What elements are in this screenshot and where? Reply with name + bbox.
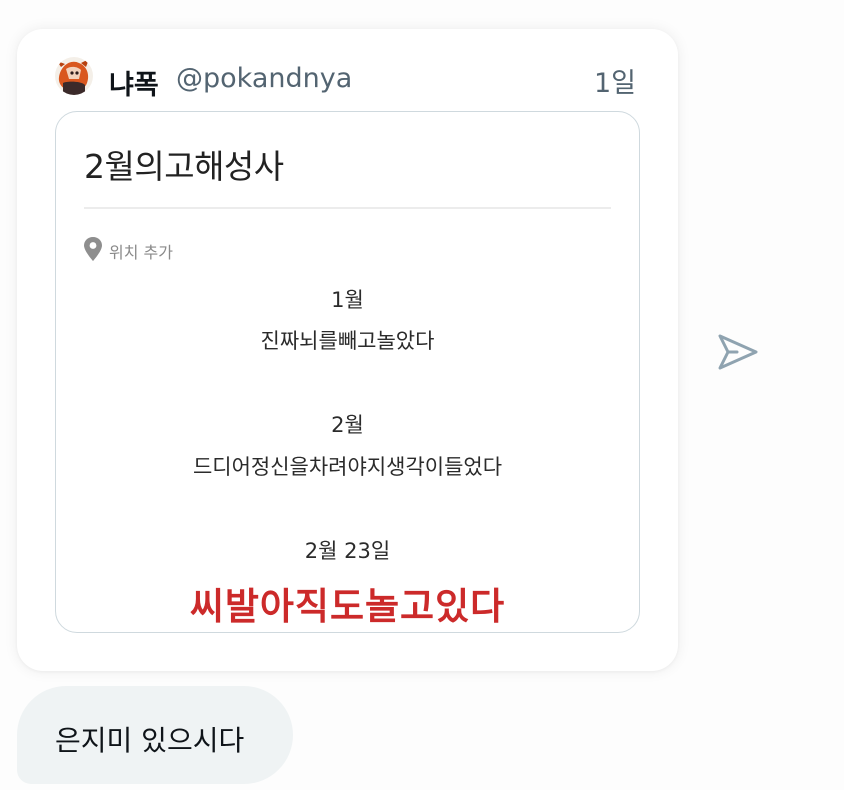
- post-title: 2월의고해성사: [84, 147, 284, 186]
- entry-1-month: 1월: [331, 288, 364, 312]
- user-handle[interactable]: @pokandnya: [176, 63, 352, 94]
- tweet-header: 냐폭 @pokandnya 1일: [55, 57, 640, 101]
- share-tweet-button[interactable]: [716, 330, 760, 374]
- entry-2-text: 드디어정신을차려야지생각이들었다: [192, 455, 503, 479]
- dm-conversation: 냐폭 @pokandnya 1일 2월의고해성사 위치 추가 1월 진짜뇌를빼고…: [0, 0, 844, 790]
- entry-3-month: 2월 23일: [304, 539, 391, 563]
- divider: [84, 207, 611, 209]
- display-name[interactable]: 냐폭: [109, 63, 159, 102]
- map-pin-icon: [84, 237, 102, 261]
- message-text: 은지미 있으시다: [55, 724, 245, 757]
- entry-3-punchline: 씨발아직도놀고있다: [189, 585, 506, 628]
- send-icon: [718, 334, 758, 370]
- message-bubble[interactable]: 은지미 있으시다: [17, 686, 293, 784]
- entry-1-text: 진짜뇌를빼고놀았다: [260, 329, 435, 353]
- avatar[interactable]: [55, 57, 93, 95]
- location-label: 위치 추가: [109, 243, 173, 262]
- tweet-timestamp[interactable]: 1일: [594, 61, 636, 100]
- shared-tweet-card[interactable]: 냐폭 @pokandnya 1일 2월의고해성사 위치 추가 1월 진짜뇌를빼고…: [17, 29, 678, 671]
- entry-2-month: 2월: [331, 413, 364, 437]
- tweet-media-image[interactable]: 2월의고해성사 위치 추가 1월 진짜뇌를빼고놀았다 2월 드디어정신을차려야지…: [55, 111, 640, 633]
